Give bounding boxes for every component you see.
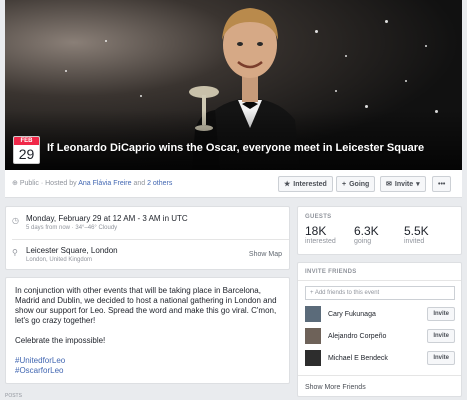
friend-name[interactable]: Michael E Bendeck <box>328 355 388 362</box>
privacy-label: Public <box>19 180 39 187</box>
event-action-bar: ⊕ Public · Hosted by Ana Flávia Freire a… <box>5 170 462 198</box>
avatar[interactable] <box>305 350 321 366</box>
guest-stat-invited[interactable]: 5.5K invited <box>404 224 429 245</box>
event-date-badge: FEB 29 <box>13 136 40 164</box>
interested-label: Interested <box>293 180 327 188</box>
add-friends-input[interactable]: + Add friends to this event <box>305 286 455 300</box>
friend-row: Alejandro Corpeño Invite <box>305 328 455 344</box>
invite-friend-button[interactable]: Invite <box>427 329 455 343</box>
posts-section-label: POSTS <box>5 393 22 399</box>
avatar[interactable] <box>305 328 321 344</box>
description-tagline: Celebrate the impossible! <box>15 336 106 345</box>
invite-friends-panel: INVITE FRIENDS + Add friends to this eve… <box>297 262 462 397</box>
event-month: FEB <box>14 137 39 145</box>
friend-row: Cary Fukunaga Invite <box>305 306 455 322</box>
location-row[interactable]: ⚲ Leicester Square, London London, Unite… <box>6 246 289 263</box>
guest-stat-going[interactable]: 6.3K going <box>354 224 379 245</box>
guest-count: 5.5K <box>404 224 429 238</box>
show-map-link[interactable]: Show Map <box>249 251 282 258</box>
going-button[interactable]: + Going <box>336 176 376 192</box>
invite-label: Invite <box>394 180 414 188</box>
add-friends-placeholder: Add friends to this event <box>314 290 380 296</box>
event-details-panel: ◷ Monday, February 29 at 12 AM - 3 AM in… <box>5 206 290 270</box>
interested-button[interactable]: ★ Interested <box>278 176 333 192</box>
friend-row: Michael E Bendeck Invite <box>305 350 455 366</box>
guest-stat-interested[interactable]: 18K interested <box>305 224 336 245</box>
going-label: Going <box>349 180 370 188</box>
invite-friends-header: INVITE FRIENDS <box>305 269 357 275</box>
clock-icon: ◷ <box>12 216 19 225</box>
invite-friend-button[interactable]: Invite <box>427 351 455 365</box>
hashtag-link[interactable]: #UnitedforLeo <box>15 356 280 366</box>
host-others-link[interactable]: 2 others <box>147 180 172 187</box>
friend-name[interactable]: Cary Fukunaga <box>328 311 376 318</box>
chevron-down-icon: ▾ <box>416 181 420 188</box>
guests-header: GUESTS <box>305 214 332 220</box>
event-title: If Leonardo DiCaprio wins the Oscar, eve… <box>47 142 425 154</box>
more-options-button[interactable]: ••• <box>432 176 452 192</box>
hashtag-link[interactable]: #OscarforLeo <box>15 366 280 376</box>
show-more-friends-link[interactable]: Show More Friends <box>305 384 366 391</box>
event-description: In conjunction with other events that wi… <box>5 277 290 384</box>
globe-icon: ⊕ <box>12 180 18 187</box>
invite-friend-button[interactable]: Invite <box>427 307 455 321</box>
plus-icon: + <box>342 180 347 188</box>
guests-panel: GUESTS 18K interested 6.3K going 5.5K in… <box>297 206 462 255</box>
avatar[interactable] <box>305 306 321 322</box>
hosted-by-prefix: · Hosted by <box>38 180 79 187</box>
guest-label: invited <box>404 238 425 245</box>
more-label: ••• <box>438 180 446 188</box>
datetime-text: Monday, February 29 at 12 AM - 3 AM in U… <box>26 214 188 223</box>
guest-count: 18K <box>305 224 327 238</box>
host-link[interactable]: Ana Flávia Freire <box>78 180 131 187</box>
description-paragraph: In conjunction with other events that wi… <box>15 286 277 325</box>
star-icon: ★ <box>284 181 291 188</box>
friend-name[interactable]: Alejandro Corpeño <box>328 333 386 340</box>
event-day: 29 <box>18 146 35 162</box>
datetime-subtext: 5 days from now · 34°–46° Cloudy <box>26 225 118 231</box>
map-pin-icon: ⚲ <box>12 248 18 257</box>
datetime-row[interactable]: ◷ Monday, February 29 at 12 AM - 3 AM in… <box>6 214 289 231</box>
guest-label: interested <box>305 238 336 245</box>
host-line: ⊕ Public · Hosted by Ana Flávia Freire a… <box>12 179 172 187</box>
host-suffix: and <box>131 180 148 187</box>
invite-button[interactable]: ✉ Invite ▾ <box>380 176 426 192</box>
guest-label: going <box>354 238 372 245</box>
guest-count: 6.3K <box>354 224 379 238</box>
envelope-icon: ✉ <box>386 181 392 188</box>
